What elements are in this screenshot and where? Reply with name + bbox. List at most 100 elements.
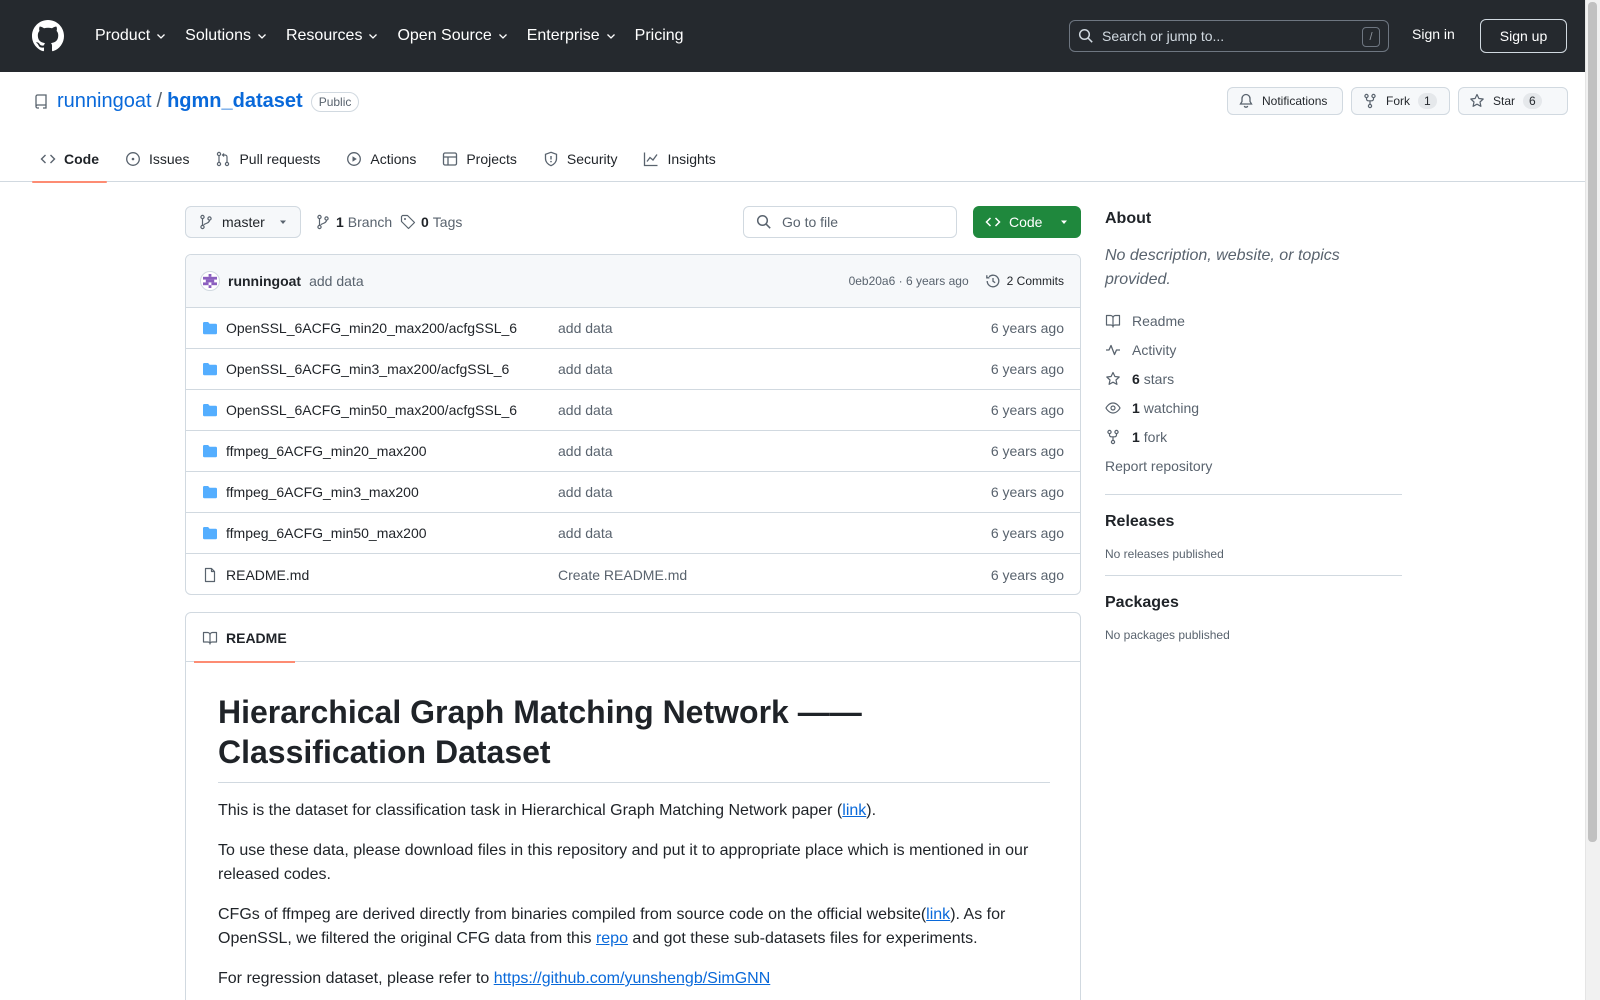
paper-link[interactable]: link xyxy=(842,802,866,819)
report-repository-link[interactable]: Report repository xyxy=(1105,451,1402,480)
tab-insights[interactable]: Insights xyxy=(635,136,723,182)
notifications-button[interactable]: Notifications xyxy=(1227,87,1343,115)
file-commit-message[interactable]: Create README.md xyxy=(558,567,687,583)
go-to-file-input[interactable]: Go to file xyxy=(743,206,957,238)
file-list: OpenSSL_6ACFG_min20_max200/acfgSSL_6 add … xyxy=(186,308,1080,594)
tab-projects[interactable]: Projects xyxy=(434,136,525,182)
readme-link[interactable]: Readme xyxy=(1105,306,1402,335)
star-button[interactable]: Star 6 xyxy=(1458,87,1568,115)
folder-icon xyxy=(203,527,217,540)
file-commit-message[interactable]: add data xyxy=(558,402,613,418)
file-commit-message[interactable]: add data xyxy=(558,361,613,377)
branch-count: 1 xyxy=(336,214,344,230)
file-commit-message[interactable]: add data xyxy=(558,484,613,500)
file-commit-message[interactable]: add data xyxy=(558,443,613,459)
tab-label: Issues xyxy=(149,151,190,167)
nav-pricing[interactable]: Pricing xyxy=(626,18,693,54)
file-name-link[interactable]: README.md xyxy=(226,567,558,583)
table-row[interactable]: ffmpeg_6ACFG_min50_max200 add data 6 years… xyxy=(186,513,1080,554)
releases-heading[interactable]: Releases xyxy=(1105,513,1402,531)
stars-count: 6 xyxy=(1132,370,1140,387)
commits-history-link[interactable]: 2 Commits xyxy=(985,273,1064,289)
tab-actions[interactable]: Actions xyxy=(338,136,424,182)
table-row[interactable]: ffmpeg_6ACFG_min3_max200 add data 6 years … xyxy=(186,472,1080,513)
file-name-link[interactable]: OpenSSL_6ACFG_min50_max200/acfgSSL_6 xyxy=(226,402,558,418)
nav-resources[interactable]: Resources xyxy=(277,18,388,54)
ffmpeg-website-link[interactable]: link xyxy=(926,906,950,923)
chevron-down-icon xyxy=(369,34,378,39)
tag-count: 0 xyxy=(421,214,429,230)
chevron-down-icon xyxy=(606,34,615,39)
table-row[interactable]: OpenSSL_6ACFG_min3_max200/acfgSSL_6 add d… xyxy=(186,349,1080,390)
commit-hash-time[interactable]: 0eb20a6 · 6 years ago xyxy=(849,274,969,288)
repo-owner-link[interactable]: runningoat xyxy=(57,90,152,113)
file-name-link[interactable]: OpenSSL_6ACFG_min20_max200/acfgSSL_6 xyxy=(226,320,558,336)
code-dropdown-button[interactable]: Code xyxy=(973,206,1081,238)
star-label: Star xyxy=(1493,94,1516,108)
readme-panel: README Hierarchical Graph Matching Netwo… xyxy=(185,612,1081,1000)
file-name-link[interactable]: ffmpeg_6ACFG_min20_max200 xyxy=(226,443,558,459)
tags-link[interactable]: 0 Tags xyxy=(400,214,462,230)
file-commit-message[interactable]: add data xyxy=(558,525,613,541)
divider xyxy=(1105,494,1402,495)
file-name-link[interactable]: OpenSSL_6ACFG_min3_max200/acfgSSL_6 xyxy=(226,361,558,377)
fork-icon xyxy=(1364,93,1376,109)
stars-link[interactable]: 6 stars xyxy=(1105,364,1402,393)
nav-product[interactable]: Product xyxy=(86,18,176,54)
github-logo-icon[interactable] xyxy=(32,20,64,52)
table-row[interactable]: ffmpeg_6ACFG_min20_max200 add data 6 years… xyxy=(186,431,1080,472)
file-name-link[interactable]: ffmpeg_6ACFG_min50_max200 xyxy=(226,525,558,541)
commit-author-link[interactable]: runningoat xyxy=(228,273,301,289)
file-age: 6 years ago xyxy=(990,361,1064,377)
pulse-icon xyxy=(1106,344,1120,355)
watchers-link[interactable]: 1 watching xyxy=(1105,393,1402,422)
repo-name-link[interactable]: hgmn_dataset xyxy=(167,90,303,113)
search-icon xyxy=(1078,28,1093,43)
star-icon xyxy=(1470,93,1484,107)
branches-link[interactable]: 1 Branch xyxy=(315,214,392,230)
book-icon xyxy=(202,631,218,645)
tab-code[interactable]: Code xyxy=(32,136,107,183)
folder-icon xyxy=(203,404,217,417)
readme-tab[interactable]: README xyxy=(194,613,295,663)
file-commit-message[interactable]: add data xyxy=(558,320,613,336)
sign-in-link[interactable]: Sign in xyxy=(1412,26,1455,42)
openssl-repo-link[interactable]: repo xyxy=(596,930,628,947)
star-count: 6 xyxy=(1523,93,1542,109)
commit-message-link[interactable]: add data xyxy=(309,273,364,289)
branch-selector[interactable]: master xyxy=(185,206,301,238)
nav-enterprise[interactable]: Enterprise xyxy=(518,18,626,54)
divider xyxy=(1105,575,1402,576)
activity-link[interactable]: Activity xyxy=(1105,335,1402,364)
fork-button[interactable]: Fork 1 xyxy=(1351,87,1450,115)
fork-icon xyxy=(1107,429,1119,444)
pull-request-icon xyxy=(217,151,230,167)
global-search-input[interactable]: Search or jump to... / xyxy=(1069,20,1389,52)
nav-solutions[interactable]: Solutions xyxy=(176,18,277,54)
packages-heading[interactable]: Packages xyxy=(1105,594,1402,612)
tab-security[interactable]: Security xyxy=(535,136,626,182)
readme-content: Hierarchical Graph Matching Network —— C… xyxy=(186,662,1080,1000)
table-row[interactable]: OpenSSL_6ACFG_min50_max200/acfgSSL_6 add … xyxy=(186,390,1080,431)
table-row[interactable]: OpenSSL_6ACFG_min20_max200/acfgSSL_6 add … xyxy=(186,308,1080,349)
avatar[interactable] xyxy=(200,271,220,291)
notifications-label: Notifications xyxy=(1262,94,1328,108)
simgnn-link[interactable]: https://github.com/yunshengb/SimGNN xyxy=(494,970,771,987)
branch-name: master xyxy=(222,214,265,230)
branch-label: Branch xyxy=(347,214,393,230)
forks-link[interactable]: 1 fork xyxy=(1105,422,1402,451)
file-age: 6 years ago xyxy=(990,484,1064,500)
code-icon xyxy=(985,217,1001,227)
file-name-link[interactable]: ffmpeg_6ACFG_min3_max200 xyxy=(226,484,558,500)
folder-icon xyxy=(203,322,217,335)
tab-issues[interactable]: Issues xyxy=(117,136,197,182)
scrollbar-thumb[interactable] xyxy=(1588,2,1597,842)
table-row[interactable]: README.md Create README.md 6 years ago xyxy=(186,554,1080,594)
sign-up-button[interactable]: Sign up xyxy=(1480,19,1567,53)
nav-open-source[interactable]: Open Source xyxy=(388,18,517,54)
tab-pull-requests[interactable]: Pull requests xyxy=(207,136,328,182)
readme-paragraph: CFGs of ffmpeg are derived directly from… xyxy=(218,903,1048,951)
bell-icon xyxy=(1239,93,1253,108)
readme-header: README xyxy=(186,613,1080,663)
tab-label: Actions xyxy=(370,151,417,167)
